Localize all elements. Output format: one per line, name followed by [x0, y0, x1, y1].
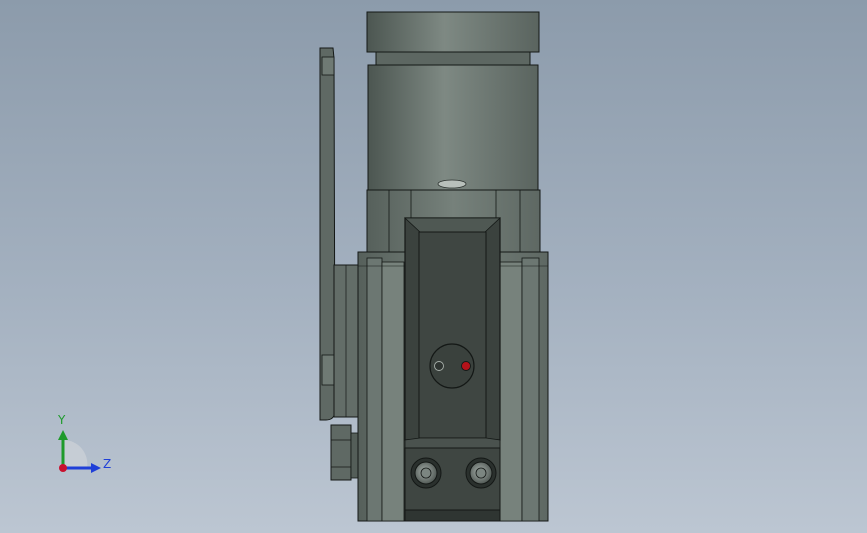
- top-cap: [366, 11, 540, 66]
- origin-point-icon: [59, 464, 67, 472]
- mounting-bracket: [319, 47, 359, 421]
- cad-viewport[interactable]: Y Z: [0, 0, 867, 533]
- coordinate-triad: [58, 430, 101, 473]
- sensor-assembly-model[interactable]: [0, 0, 867, 533]
- z-axis-label: Z: [103, 457, 112, 471]
- y-axis-label: Y: [58, 413, 66, 427]
- triad-arc-icon: [63, 439, 88, 468]
- main-cylinder: [367, 64, 539, 192]
- hex-nut: [330, 424, 360, 481]
- indicator-led-off: [434, 361, 444, 371]
- indicator-led-red: [461, 361, 471, 371]
- status-indicator-panel: [429, 343, 475, 389]
